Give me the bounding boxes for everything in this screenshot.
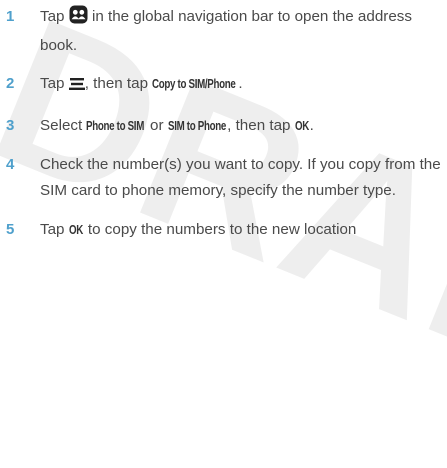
step-text-after: in the global navigation bar to open the…: [40, 8, 412, 54]
step-number: 1: [6, 8, 15, 25]
step-number: 4: [6, 156, 15, 174]
step-4: 4 Check the number(s) you want to copy. …: [0, 152, 447, 203]
step-text-after: to copy the numbers to the new location: [83, 220, 357, 238]
step-text-middle: , then tap: [227, 116, 295, 134]
step-text: Check the number(s) you want to copy. If…: [40, 156, 441, 199]
instruction-steps: 1 Tap in the global navigation bar to op…: [0, 0, 447, 243]
step-2: 2 Tap , then tap Copy to SIM/Phone.: [0, 71, 447, 100]
step-text-before: Tap: [40, 8, 69, 25]
copy-to-sim-phone-command: Copy to SIM/Phone: [152, 77, 236, 92]
contacts-book-icon: [69, 5, 88, 33]
step-text-after: .: [309, 116, 314, 134]
step-number: 2: [6, 75, 15, 93]
menu-icon: [68, 74, 85, 100]
ok-command: OK: [68, 222, 83, 237]
step-text-middle: , then tap: [84, 75, 153, 93]
sim-to-phone-command: SIM to Phone: [167, 118, 226, 133]
step-text-before: Tap: [40, 75, 69, 93]
step-text-before: Select: [40, 116, 87, 134]
ok-command: OK: [294, 118, 309, 133]
step-text-before: Tap: [40, 220, 69, 238]
step-text-after: .: [238, 75, 243, 93]
step-5: 5 Tap OK to copy the numbers to the new …: [0, 217, 447, 244]
step-number: 5: [6, 220, 15, 238]
step-3: 3 Select Phone to SIM or SIM to Phone, t…: [0, 113, 447, 140]
phone-to-sim-command: Phone to SIM: [86, 118, 145, 133]
step-text-middle: or: [145, 116, 168, 134]
step-number: 3: [6, 116, 15, 134]
step-1: 1 Tap in the global navigation bar to op…: [0, 4, 447, 58]
